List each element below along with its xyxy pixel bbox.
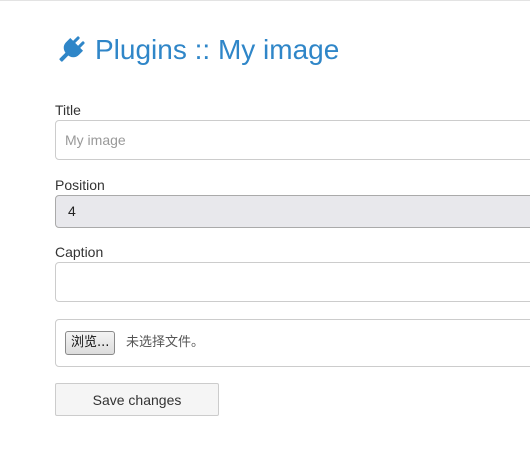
file-status-text: 未选择文件。 — [126, 335, 205, 350]
file-upload-field: 浏览... 未选择文件。 — [55, 319, 530, 367]
page-title: Plugins :: My image — [95, 34, 340, 65]
plugin-edit-page: Plugins :: My image Title Position 4 Cap… — [0, 0, 530, 470]
caption-input[interactable] — [55, 262, 530, 302]
position-select[interactable]: 4 — [55, 195, 530, 228]
caption-label: Caption — [55, 244, 104, 260]
browse-button[interactable]: 浏览... — [65, 331, 116, 355]
save-changes-button[interactable]: Save changes — [55, 383, 219, 416]
title-label: Title — [55, 102, 81, 118]
position-label: Position — [55, 177, 105, 193]
plug-icon — [55, 34, 87, 66]
title-input[interactable] — [55, 120, 530, 160]
page-heading: Plugins :: My image — [55, 32, 339, 68]
position-selected-value: 4 — [68, 203, 76, 219]
